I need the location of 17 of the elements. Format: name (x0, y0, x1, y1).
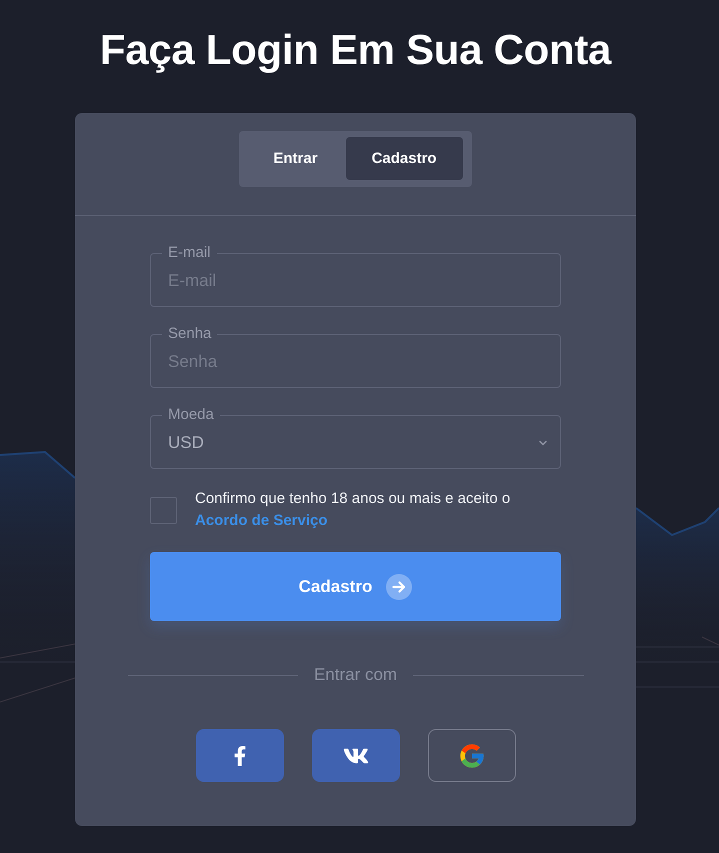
social-login-button[interactable] (428, 729, 516, 782)
service-agreement-link[interactable]: Acordo de Serviço (195, 512, 328, 529)
divider-caption: Entrar com (314, 665, 398, 685)
field-label: E-mail (167, 244, 212, 262)
social-login-button[interactable] (312, 729, 400, 782)
field-label: Senha (167, 325, 212, 343)
tab[interactable]: Entrar (245, 137, 346, 180)
agreement-text: Confirmo que tenho 18 anos ou mais e aceito o Acordo de Serviço (195, 489, 512, 531)
field-label: Moeda (167, 406, 215, 424)
arrow-right-icon (386, 574, 412, 600)
page-title: Faça Login Em Sua Conta (100, 25, 612, 75)
select-field[interactable]: Moeda USD (150, 406, 561, 469)
submit-button[interactable]: Cadastro (150, 552, 561, 621)
tab[interactable]: Cadastro (346, 137, 463, 180)
checkbox[interactable] (150, 496, 177, 524)
google-icon (458, 742, 486, 770)
social-login-button[interactable] (196, 729, 284, 782)
